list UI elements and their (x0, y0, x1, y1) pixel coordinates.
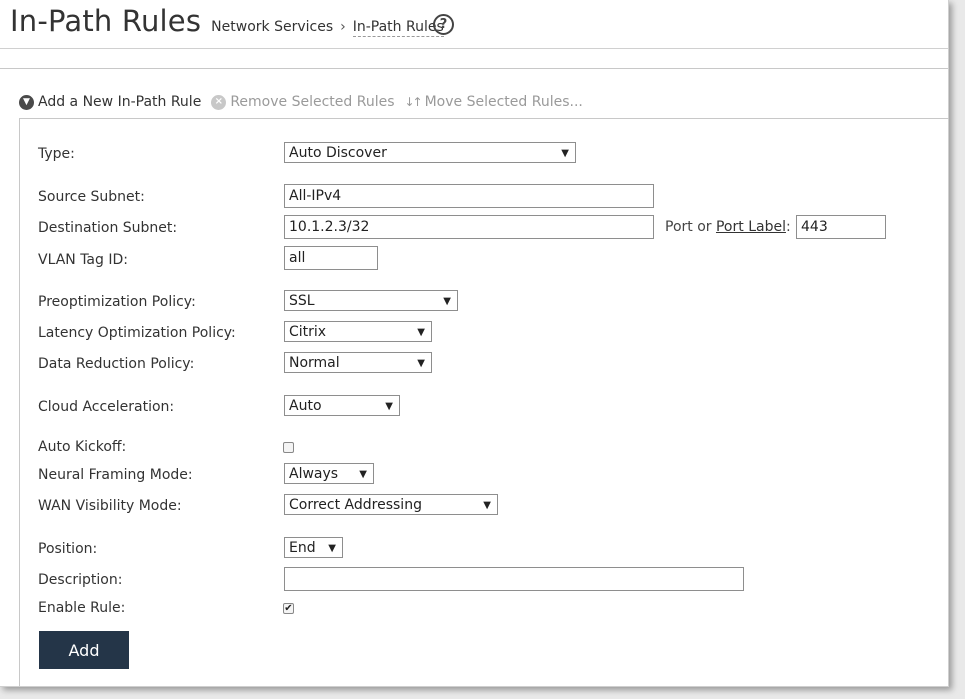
dropdown-caret-icon: ▼ (417, 327, 425, 338)
dropdown-caret-icon: ▼ (328, 543, 336, 554)
destination-subnet-label: Destination Subnet: (38, 220, 178, 236)
port-prefix: Port or (665, 219, 716, 235)
wan-visibility-value: Correct Addressing (289, 497, 422, 513)
neural-framing-value: Always (289, 466, 339, 482)
port-label-link[interactable]: Port Label (716, 219, 786, 235)
cloud-acceleration-value: Auto (289, 398, 322, 414)
neural-framing-select[interactable]: Always ▼ (284, 463, 374, 484)
destination-subnet-input[interactable]: 10.1.2.3/32 (284, 215, 654, 239)
page: In-Path Rules Network Services › In-Path… (0, 0, 949, 687)
type-label: Type: (38, 146, 75, 162)
source-subnet-input[interactable]: All-IPv4 (284, 184, 654, 208)
wan-visibility-label: WAN Visibility Mode: (38, 498, 182, 514)
header: In-Path Rules Network Services › In-Path… (10, 4, 444, 44)
dropdown-caret-icon: ▼ (417, 358, 425, 369)
auto-kickoff-label: Auto Kickoff: (38, 439, 127, 455)
description-input[interactable] (284, 567, 744, 591)
enable-rule-checkbox[interactable]: ✔ (283, 603, 294, 614)
checkmark-icon: ✔ (284, 603, 293, 614)
position-value: End (289, 540, 316, 556)
latency-label: Latency Optimization Policy: (38, 325, 236, 341)
remove-circle-icon: × (211, 94, 227, 110)
dropdown-caret-icon: ▼ (385, 401, 393, 412)
rules-toolbar: ▼ Add a New In-Path Rule × Remove Select… (19, 94, 593, 110)
vlan-tag-input[interactable]: all (284, 246, 378, 270)
port-suffix: : (785, 219, 791, 235)
section-divider (0, 68, 948, 69)
data-reduction-value: Normal (289, 355, 340, 371)
type-value: Auto Discover (289, 145, 387, 161)
latency-value: Citrix (289, 324, 327, 340)
data-reduction-label: Data Reduction Policy: (38, 356, 195, 372)
move-rules-label: Move Selected Rules... (424, 94, 583, 110)
add-rule-label: Add a New In-Path Rule (38, 94, 202, 110)
breadcrumb-separator: › (340, 19, 346, 35)
help-icon[interactable]: ? (433, 14, 454, 35)
position-label: Position: (38, 541, 98, 557)
enable-rule-label: Enable Rule: (38, 600, 126, 616)
cloud-acceleration-label: Cloud Acceleration: (38, 399, 175, 415)
cloud-acceleration-select[interactable]: Auto ▼ (284, 395, 400, 416)
dropdown-caret-icon: ▼ (561, 148, 569, 159)
description-label: Description: (38, 572, 123, 588)
add-rule-form: Type: Auto Discover ▼ Source Subnet: All… (19, 118, 949, 686)
add-rule-toggle[interactable]: ▼ Add a New In-Path Rule (19, 94, 201, 110)
page-title: In-Path Rules (10, 4, 202, 38)
breadcrumb: Network Services › In-Path Rules (211, 19, 444, 37)
port-label-text: Port or Port Label: (665, 219, 791, 235)
neural-framing-label: Neural Framing Mode: (38, 467, 193, 483)
data-reduction-select[interactable]: Normal ▼ (284, 352, 432, 373)
source-subnet-label: Source Subnet: (38, 189, 145, 205)
chevron-down-circle-icon: ▼ (19, 94, 34, 110)
latency-select[interactable]: Citrix ▼ (284, 321, 432, 342)
type-select[interactable]: Auto Discover ▼ (284, 142, 576, 163)
position-select[interactable]: End ▼ (284, 537, 343, 558)
dropdown-caret-icon: ▼ (359, 469, 367, 480)
auto-kickoff-checkbox[interactable] (283, 442, 294, 453)
add-button[interactable]: Add (39, 631, 129, 669)
vlan-tag-label: VLAN Tag ID: (38, 252, 128, 268)
header-divider (0, 48, 948, 49)
wan-visibility-select[interactable]: Correct Addressing ▼ (284, 494, 498, 515)
preoptimization-select[interactable]: SSL ▼ (284, 290, 458, 311)
preoptimization-label: Preoptimization Policy: (38, 294, 196, 310)
preoptimization-value: SSL (289, 293, 315, 309)
port-input[interactable]: 443 (796, 215, 886, 239)
remove-rules-label: Remove Selected Rules (230, 94, 395, 110)
dropdown-caret-icon: ▼ (483, 500, 491, 511)
move-rules-button[interactable]: ↓↑ Move Selected Rules... (404, 94, 582, 110)
remove-rules-button[interactable]: × Remove Selected Rules (211, 94, 394, 110)
dropdown-caret-icon: ▼ (443, 296, 451, 307)
breadcrumb-parent[interactable]: Network Services (211, 19, 333, 35)
move-arrows-icon: ↓↑ (404, 95, 422, 109)
breadcrumb-current[interactable]: In-Path Rules (352, 19, 444, 37)
